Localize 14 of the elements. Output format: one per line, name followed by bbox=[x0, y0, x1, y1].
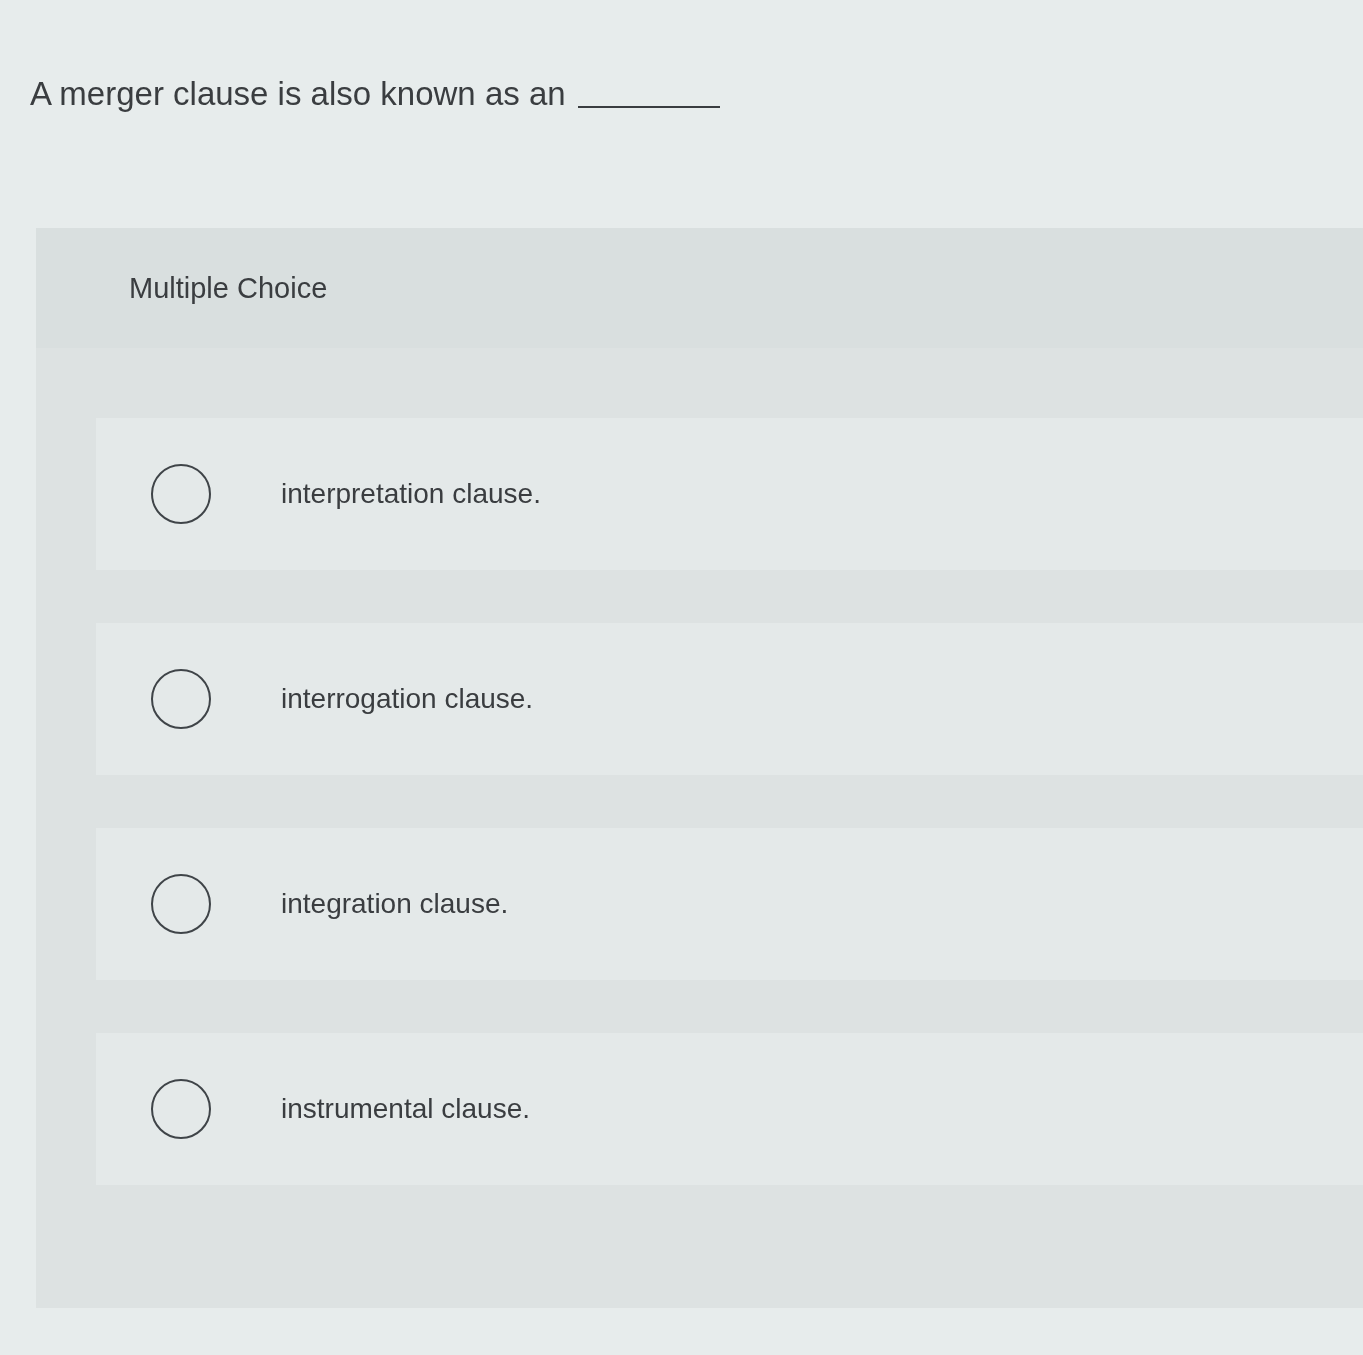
question-text: A merger clause is also known as an bbox=[30, 74, 566, 114]
radio-button[interactable] bbox=[151, 874, 211, 934]
option-label: interpretation clause. bbox=[281, 478, 541, 510]
radio-button[interactable] bbox=[151, 1079, 211, 1139]
answer-option[interactable]: instrumental clause. bbox=[96, 1033, 1363, 1185]
answer-option[interactable]: interpretation clause. bbox=[96, 418, 1363, 570]
radio-button[interactable] bbox=[151, 464, 211, 524]
option-label: instrumental clause. bbox=[281, 1093, 530, 1125]
option-label: integration clause. bbox=[281, 888, 509, 920]
section-heading: Multiple Choice bbox=[129, 271, 328, 305]
radio-button[interactable] bbox=[151, 669, 211, 729]
answer-option[interactable]: interrogation clause. bbox=[96, 623, 1363, 775]
option-label: interrogation clause. bbox=[281, 683, 534, 715]
answer-option[interactable]: integration clause. bbox=[96, 828, 1363, 980]
